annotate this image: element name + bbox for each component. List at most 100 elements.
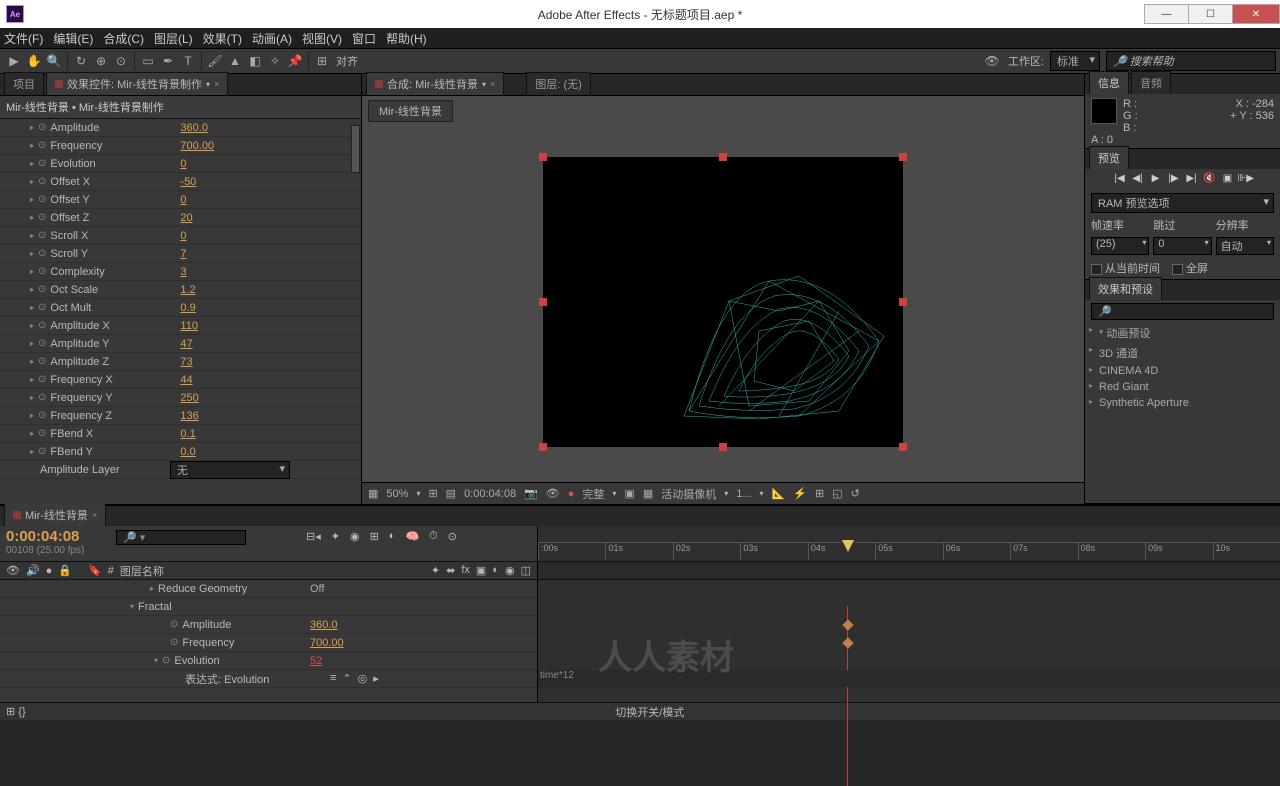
show-snapshot-icon[interactable]: 👁 <box>546 487 560 500</box>
minimize-button[interactable]: — <box>1144 4 1189 24</box>
tab-composition[interactable]: 合成: Mir-线性背景▾× <box>366 72 504 95</box>
menu-file[interactable]: 文件(F) <box>4 30 43 47</box>
expr-enable-icon[interactable]: ≡ <box>330 672 336 685</box>
pixel-aspect-icon[interactable]: 📐 <box>772 487 786 500</box>
menu-layer[interactable]: 图层(L) <box>154 30 193 47</box>
shy-toggle-icon[interactable]: ✦ <box>331 530 340 543</box>
fast-preview-icon[interactable]: ⚡ <box>793 487 807 500</box>
param-value[interactable]: 0.1 <box>180 428 195 440</box>
stopwatch-icon[interactable]: ⊙ <box>38 428 46 439</box>
param-value[interactable]: 7 <box>180 248 186 260</box>
views-dropdown[interactable]: 1... <box>736 488 751 500</box>
puppet-tool-icon[interactable]: 📌 <box>285 51 305 71</box>
tab-project[interactable]: 项目 <box>4 72 44 95</box>
from-current-checkbox[interactable] <box>1091 264 1102 275</box>
stopwatch-icon[interactable]: ⊙ <box>38 338 46 349</box>
param-value[interactable]: 360.0 <box>180 122 208 134</box>
param-value[interactable]: 73 <box>180 356 192 368</box>
maximize-button[interactable]: ☐ <box>1188 4 1233 24</box>
param-value[interactable]: 0 <box>180 194 186 206</box>
tab-effect-controls[interactable]: 效果控件: Mir-线性背景制作▾× <box>46 72 228 95</box>
param-value[interactable]: 700.00 <box>180 140 214 152</box>
menu-comp[interactable]: 合成(C) <box>103 30 144 47</box>
graph-editor-icon[interactable]: ⏱ <box>429 530 438 543</box>
selection-tool-icon[interactable]: ▶ <box>4 51 24 71</box>
res-icon[interactable]: ⊞ <box>428 487 437 500</box>
preset-folder[interactable]: Red Giant <box>1085 379 1280 395</box>
amplitude-layer-dropdown[interactable]: 无 <box>170 461 290 479</box>
tab-info[interactable]: 信息 <box>1089 71 1129 94</box>
stopwatch-icon[interactable]: ⊙ <box>38 176 46 187</box>
tab-effects-presets[interactable]: 效果和预设 <box>1089 277 1162 300</box>
expression-code[interactable]: time*12 <box>540 670 574 681</box>
camera-tool-icon[interactable]: ⊕ <box>91 51 111 71</box>
transparency-icon[interactable]: ▦ <box>643 487 653 500</box>
stopwatch-icon[interactable]: ⊙ <box>38 446 46 457</box>
param-value[interactable]: 0.0 <box>180 446 195 458</box>
resolution-dropdown-ram[interactable]: 自动 <box>1216 237 1274 255</box>
prev-frame-icon[interactable]: ◀| <box>1130 173 1146 187</box>
expr-pickwhip-icon[interactable]: ◎ <box>358 672 368 685</box>
param-value[interactable]: 0 <box>180 158 186 170</box>
scrollbar-thumb[interactable] <box>351 125 360 173</box>
expr-lang-icon[interactable]: ▸ <box>373 672 379 685</box>
toggle-switches-label[interactable]: 切换开关/模式 <box>615 704 684 720</box>
fullscreen-checkbox[interactable] <box>1172 264 1183 275</box>
hand-tool-icon[interactable]: ✋ <box>24 51 44 71</box>
reset-exposure-icon[interactable]: ↺ <box>851 487 860 500</box>
channel-icon[interactable]: ▤ <box>446 487 456 500</box>
brush-tool-icon[interactable]: 🖌 <box>205 51 225 71</box>
camera-dropdown[interactable]: 活动摄像机 <box>661 486 716 502</box>
tab-timeline[interactable]: Mir-线性背景× <box>4 503 106 526</box>
param-value[interactable]: 136 <box>180 410 198 422</box>
comp-breadcrumb[interactable]: Mir-线性背景 <box>368 100 453 122</box>
play-icon[interactable]: ▶ <box>1148 173 1164 187</box>
param-value[interactable]: 1.2 <box>180 284 195 296</box>
eye-col-icon[interactable]: 👁 <box>6 564 20 577</box>
stopwatch-icon[interactable]: ⊙ <box>38 158 46 169</box>
keyframe-icon[interactable] <box>842 637 853 648</box>
stopwatch-icon[interactable]: ⊙ <box>38 410 46 421</box>
param-value[interactable]: 0.9 <box>180 302 195 314</box>
stamp-tool-icon[interactable]: ▲ <box>225 51 245 71</box>
preset-folder[interactable]: CINEMA 4D <box>1085 363 1280 379</box>
rgb-icon[interactable]: ● <box>568 488 575 500</box>
resolution-dropdown[interactable]: 完整 <box>582 486 604 502</box>
region-icon[interactable]: ▦ <box>368 487 378 500</box>
rect-tool-icon[interactable]: ▭ <box>138 51 158 71</box>
param-value[interactable]: 20 <box>180 212 192 224</box>
preset-folder[interactable]: Synthetic Aperture <box>1085 395 1280 411</box>
brainstorm-icon[interactable]: 🧠 <box>405 530 419 543</box>
footer-timecode[interactable]: 0:00:04:08 <box>464 488 516 500</box>
pan-behind-tool-icon[interactable]: ⊙ <box>111 51 131 71</box>
skip-dropdown[interactable]: 0 <box>1153 237 1211 255</box>
flowchart-icon[interactable]: ◱ <box>832 487 842 500</box>
autokeyframe-icon[interactable]: ⊙ <box>448 530 457 543</box>
canvas[interactable] <box>543 157 903 447</box>
comp-mini-icon[interactable]: ⊟◂ <box>306 530 321 543</box>
pen-tool-icon[interactable]: ✒ <box>158 51 178 71</box>
toggle-switches-icon[interactable]: ⊞ {} <box>6 705 26 718</box>
audio-col-icon[interactable]: 🔊 <box>26 564 40 577</box>
menu-edit[interactable]: 编辑(E) <box>53 30 93 47</box>
menu-effect[interactable]: 效果(T) <box>203 30 242 47</box>
stopwatch-icon[interactable]: ⊙ <box>38 302 46 313</box>
menu-window[interactable]: 窗口 <box>352 30 376 47</box>
roto-tool-icon[interactable]: ✧ <box>265 51 285 71</box>
frameblend-icon[interactable]: ⊞ <box>370 530 379 543</box>
time-ruler[interactable]: :00s01s02s03s04s05s06s07s08s09s10s <box>538 526 1280 561</box>
tab-audio[interactable]: 音频 <box>1131 71 1171 94</box>
stopwatch-icon[interactable]: ⊙ <box>38 392 46 403</box>
text-tool-icon[interactable]: T <box>178 51 198 71</box>
next-frame-icon[interactable]: |▶ <box>1166 173 1182 187</box>
loop-icon[interactable]: ▣ <box>1220 173 1236 187</box>
ram-preview-icon[interactable]: ⊪▶ <box>1238 173 1254 187</box>
draft3d-icon[interactable]: ◉ <box>350 530 360 543</box>
close-button[interactable]: ✕ <box>1232 4 1280 24</box>
param-value[interactable]: 44 <box>180 374 192 386</box>
zoom-tool-icon[interactable]: 🔍 <box>44 51 64 71</box>
viewport[interactable] <box>362 122 1084 482</box>
preset-folder[interactable]: 3D 通道 <box>1085 343 1280 363</box>
roi-icon[interactable]: ▣ <box>624 487 634 500</box>
stopwatch-icon[interactable]: ⊙ <box>38 122 46 133</box>
